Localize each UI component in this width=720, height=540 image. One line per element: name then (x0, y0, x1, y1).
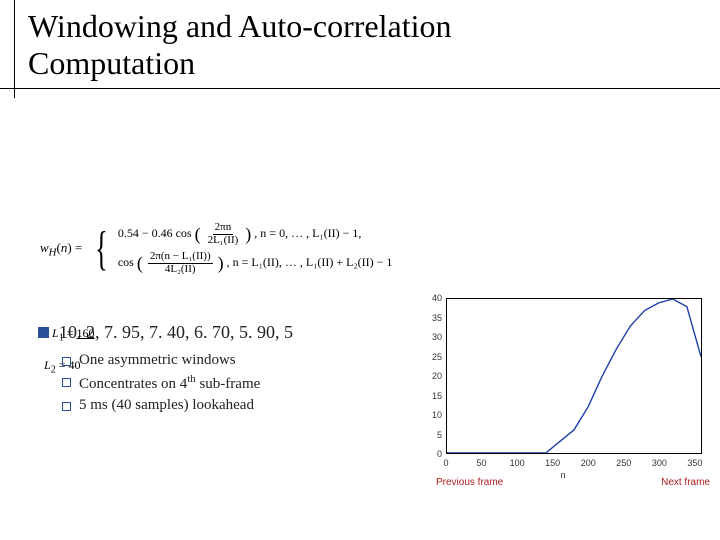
page-title-line1: Windowing and Auto-correlation (28, 8, 720, 45)
sub-bullets: One asymmetric windows Concentrates on 4… (62, 348, 260, 418)
window-plot: n Previous frame Next frame 051015202530… (418, 290, 708, 480)
list-item: 5 ms (40 samples) lookahead (62, 397, 260, 414)
chart-ytick: 40 (418, 293, 442, 303)
chart-xtick: 350 (687, 458, 702, 468)
bullet3-text: 5 ms (40 samples) lookahead (79, 397, 254, 414)
chart-ytick: 10 (418, 410, 442, 420)
chart-xtick: 200 (581, 458, 596, 468)
chart-ytick: 15 (418, 391, 442, 401)
chart-ytick: 35 (418, 313, 442, 323)
chart-ytick: 0 (418, 449, 442, 459)
chart-axes (446, 298, 702, 454)
chart-caption-right: Next frame (661, 477, 710, 488)
page-title-line2: Computation (28, 45, 720, 82)
chart-xtick: 150 (545, 458, 560, 468)
chart-xtick: 100 (510, 458, 525, 468)
numbers-row: 10. 2, 7. 95, 7. 40, 6. 70, 5. 90, 5 (38, 322, 293, 343)
list-item: Concentrates on 4th sub-frame (62, 373, 260, 393)
square-bullet-icon (38, 327, 49, 338)
chart-xlabel: n (560, 470, 565, 480)
bullet2-text: Concentrates on 4th sub-frame (79, 373, 260, 393)
numbers-text: 10. 2, 7. 95, 7. 40, 6. 70, 5. 90, 5 (59, 322, 293, 343)
chart-ytick: 30 (418, 332, 442, 342)
hollow-square-icon (62, 402, 71, 411)
formula-block: wH(n) = { 0.54 − 0.46 cos ( 2πn 2L₁(II) … (40, 220, 392, 278)
formula-cases: 0.54 − 0.46 cos ( 2πn 2L₁(II) ) , n = 0,… (118, 220, 393, 278)
case1-right: , n = 0, … , L₁(II) − 1, (254, 226, 361, 240)
bullet1-text: One asymmetric windows (79, 352, 236, 369)
chart-ytick: 20 (418, 371, 442, 381)
chart-ytick: 5 (418, 430, 442, 440)
brace-icon: { (95, 225, 108, 273)
hollow-square-icon (62, 357, 71, 366)
formula-lhs: wH(n) = (40, 240, 82, 259)
chart-xtick: 250 (616, 458, 631, 468)
case1-left: 0.54 − 0.46 cos (118, 226, 192, 240)
chart-svg (447, 299, 701, 453)
case1-frac: 2πn 2L₁(II) (206, 222, 241, 246)
chart-xtick: 300 (652, 458, 667, 468)
chart-ytick: 25 (418, 352, 442, 362)
title-block: Windowing and Auto-correlation Computati… (0, 0, 720, 89)
content-area: wH(n) = { 0.54 − 0.46 cos ( 2πn 2L₁(II) … (0, 130, 720, 540)
chart-xtick: 0 (443, 458, 448, 468)
chart-xtick: 50 (477, 458, 487, 468)
case2-right: , n = L₁(II), … , L₁(II) + L₂(II) − 1 (227, 255, 393, 269)
hollow-square-icon (62, 378, 71, 387)
chart-caption-left: Previous frame (436, 477, 503, 488)
case2-left: cos (118, 255, 134, 269)
list-item: One asymmetric windows (62, 352, 260, 369)
case2-frac: 2π(n − L₁(II)) 4L₂(II) (148, 251, 213, 275)
